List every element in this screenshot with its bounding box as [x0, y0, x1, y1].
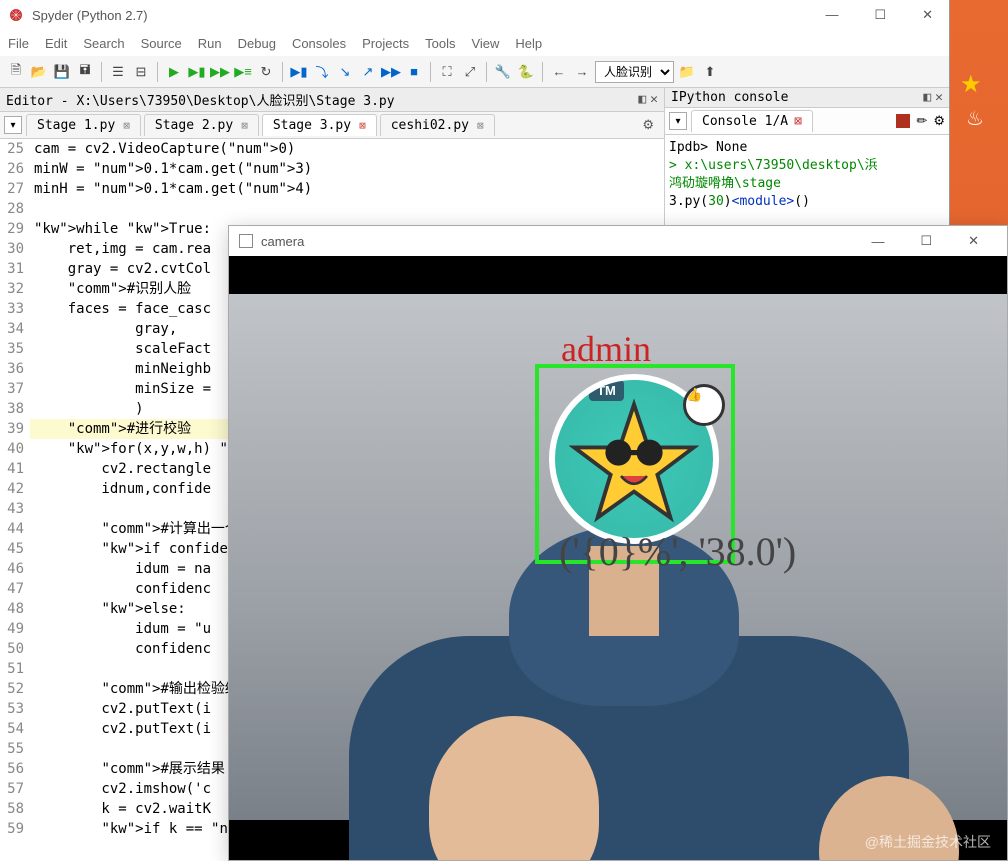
cam-close-button[interactable]: ✕ [950, 233, 997, 249]
camera-video: admin TM 👍 ('{0}%', '38.0') @稀土掘金技术社区 [229, 256, 1007, 860]
separator [282, 62, 283, 82]
close-pane-icon[interactable]: ✕ [935, 90, 943, 105]
separator [101, 62, 102, 82]
close-pane-icon[interactable]: ✕ [650, 92, 658, 107]
main-toolbar: 🗎 📂 💾 🖬 ☰ ⊟ ▶ ▶▮ ▶▶ ▶≡ ↻ ▶▮ ⤵ ↘ ↗ ▶▶ ■ ⛶… [0, 56, 949, 88]
close-icon[interactable]: ⊠ [794, 114, 802, 129]
console-tabs: ▾ Console 1/A⊠ ✏ ⚙ [665, 108, 949, 135]
step-out-icon[interactable]: ↗ [358, 62, 378, 82]
menu-view[interactable]: View [471, 36, 499, 51]
title-bar: Spyder (Python 2.7) — ☐ ✕ [0, 0, 949, 30]
cam-minimize-button[interactable]: — [853, 234, 902, 249]
run-cell-advance-icon[interactable]: ▶▶ [210, 62, 230, 82]
separator [430, 62, 431, 82]
editor-header: Editor - X:\Users\73950\Desktop\人脸识别\Sta… [0, 88, 664, 112]
undock-icon[interactable]: ◧ [638, 92, 646, 107]
line-gutter: 2526272829303132333435363738394041424344… [0, 139, 30, 861]
forward-icon[interactable]: → [572, 62, 592, 82]
flame-icon[interactable]: ♨ [966, 106, 984, 131]
save-icon[interactable]: 💾 [52, 62, 72, 82]
console-tab-1[interactable]: Console 1/A⊠ [691, 110, 813, 132]
app-title: Spyder (Python 2.7) [32, 8, 817, 23]
browse-cwd-icon[interactable]: 📁 [677, 62, 697, 82]
menu-projects[interactable]: Projects [362, 36, 409, 51]
stop-kernel-icon[interactable] [896, 114, 910, 128]
run-selection-icon[interactable]: ▶≡ [233, 62, 253, 82]
rerun-icon[interactable]: ↻ [256, 62, 276, 82]
close-icon[interactable]: ⊠ [241, 119, 248, 132]
preferences-icon[interactable]: 🔧 [493, 62, 513, 82]
star-character-icon [569, 398, 699, 528]
continue-icon[interactable]: ▶▶ [381, 62, 401, 82]
maximize-pane-icon[interactable]: ⛶ [437, 62, 457, 82]
menu-consoles[interactable]: Consoles [292, 36, 346, 51]
sticker-banner: TM [589, 380, 624, 401]
menu-source[interactable]: Source [141, 36, 182, 51]
minimize-button[interactable]: — [817, 5, 846, 25]
camera-app-icon [239, 234, 253, 248]
tab-browse-button[interactable]: ▾ [4, 116, 22, 134]
tab-browse-button[interactable]: ▾ [669, 112, 687, 130]
window-controls: — ☐ ✕ [817, 5, 941, 25]
cam-maximize-button[interactable]: ☐ [902, 233, 950, 249]
menu-search[interactable]: Search [83, 36, 124, 51]
console-title: IPython console [671, 90, 788, 105]
fullscreen-icon[interactable]: ⤢ [460, 62, 480, 82]
tab-stage-3[interactable]: Stage 3.py⊠ [262, 114, 377, 136]
menu-tools[interactable]: Tools [425, 36, 455, 51]
step-over-icon[interactable]: ⤵ [312, 62, 332, 82]
menu-debug[interactable]: Debug [238, 36, 276, 51]
editor-tabs: ▾ Stage 1.py⊠ Stage 2.py⊠ Stage 3.py⊠ ce… [0, 112, 664, 139]
separator [157, 62, 158, 82]
parent-dir-icon[interactable]: ⬆ [700, 62, 720, 82]
face-sticker: TM 👍 [549, 374, 719, 544]
camera-title: camera [261, 234, 304, 249]
thumbs-up-icon: 👍 [683, 384, 725, 426]
cells-icon[interactable]: ⊟ [131, 62, 151, 82]
undock-icon[interactable]: ◧ [923, 90, 931, 105]
console-options-icon[interactable]: ⚙ [933, 113, 945, 129]
star-icon[interactable]: ★ [960, 70, 982, 99]
open-file-icon[interactable]: 📂 [29, 62, 49, 82]
step-into-icon[interactable]: ↘ [335, 62, 355, 82]
menu-run[interactable]: Run [198, 36, 222, 51]
run-icon[interactable]: ▶ [164, 62, 184, 82]
run-cell-icon[interactable]: ▶▮ [187, 62, 207, 82]
console-header: IPython console ◧ ✕ [665, 88, 949, 108]
cwd-combo[interactable]: 人脸识别 [595, 61, 674, 83]
menu-bar: File Edit Search Source Run Debug Consol… [0, 30, 949, 56]
tab-ceshi02[interactable]: ceshi02.py⊠ [380, 114, 495, 136]
separator [486, 62, 487, 82]
camera-title-bar: camera — ☐ ✕ [229, 226, 1007, 256]
menu-edit[interactable]: Edit [45, 36, 67, 51]
close-icon[interactable]: ⊠ [123, 119, 130, 132]
outline-icon[interactable]: ☰ [108, 62, 128, 82]
menu-help[interactable]: Help [515, 36, 542, 51]
new-file-icon[interactable]: 🗎 [6, 62, 26, 82]
back-icon[interactable]: ← [549, 62, 569, 82]
spyder-icon [8, 7, 24, 23]
maximize-button[interactable]: ☐ [866, 5, 894, 25]
debug-stop-icon[interactable]: ■ [404, 62, 424, 82]
close-icon[interactable]: ⊠ [359, 119, 366, 132]
camera-window: camera — ☐ ✕ admin TM � [228, 225, 1008, 861]
editor-options-icon[interactable]: ⚙ [636, 117, 660, 133]
confidence-text: ('{0}%', '38.0') [559, 528, 796, 575]
clear-console-icon[interactable]: ✏ [916, 113, 927, 129]
pythonpath-icon[interactable]: 🐍 [516, 62, 536, 82]
separator [542, 62, 543, 82]
debug-icon[interactable]: ▶▮ [289, 62, 309, 82]
save-all-icon[interactable]: 🖬 [75, 62, 95, 82]
editor-path: Editor - X:\Users\73950\Desktop\人脸识别\Sta… [6, 90, 395, 109]
close-icon[interactable]: ⊠ [477, 119, 484, 132]
tab-stage-2[interactable]: Stage 2.py⊠ [144, 114, 259, 136]
watermark: @稀土掘金技术社区 [865, 832, 991, 852]
tab-stage-1[interactable]: Stage 1.py⊠ [26, 114, 141, 136]
close-button[interactable]: ✕ [914, 5, 941, 25]
menu-file[interactable]: File [8, 36, 29, 51]
